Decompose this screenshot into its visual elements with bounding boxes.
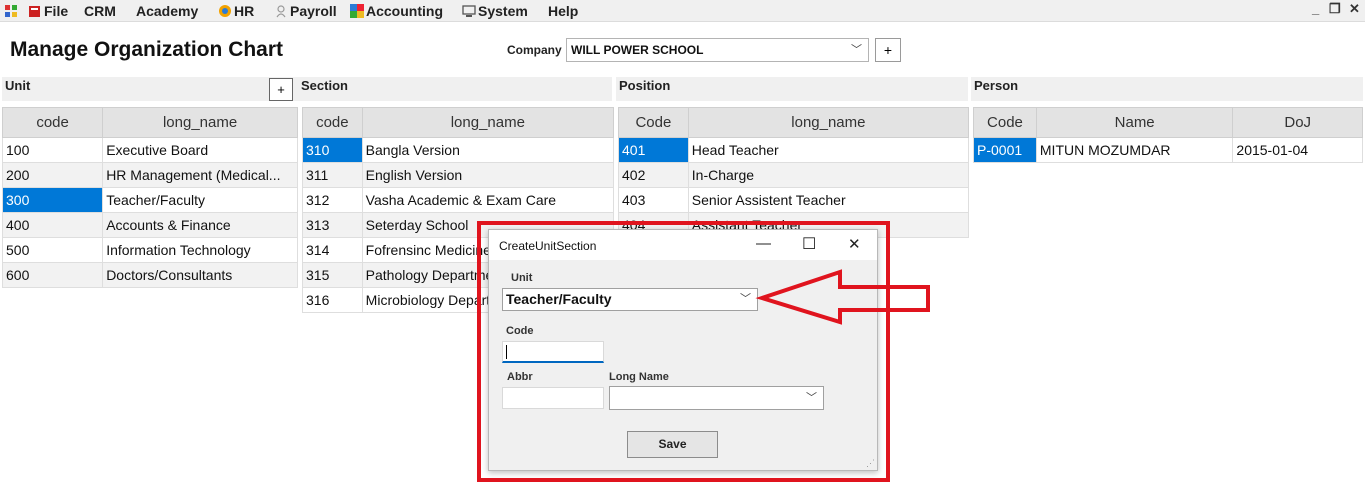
- cell-code[interactable]: 600: [1, 262, 104, 288]
- person-table: Code Name DoJ P-0001 MITUN MOZUMDAR 2015-0…: [973, 107, 1363, 163]
- table-row[interactable]: 200 HR Management (Medical...: [1, 162, 298, 188]
- table-row[interactable]: 500 Information Technology: [1, 237, 298, 263]
- payroll-icon: [276, 5, 286, 18]
- cell-long-name[interactable]: In-Charge: [687, 162, 970, 188]
- company-select[interactable]: WILL POWER SCHOOL ﹀: [566, 38, 869, 62]
- menu-file[interactable]: File: [28, 2, 68, 20]
- cell-code[interactable]: 402: [618, 162, 689, 188]
- menu-academy[interactable]: Academy: [136, 2, 198, 20]
- close-icon[interactable]: ✕: [1349, 1, 1360, 17]
- column-header-code[interactable]: Code: [618, 107, 689, 138]
- cell-doj[interactable]: 2015-01-04: [1232, 137, 1363, 163]
- cell-long-name[interactable]: Senior Assistent Teacher: [687, 187, 970, 213]
- cell-long-name[interactable]: Information Technology: [102, 237, 298, 263]
- menu-help[interactable]: Help: [548, 2, 578, 20]
- cell-long-name[interactable]: Vasha Academic & Exam Care: [361, 187, 615, 213]
- add-unit-button[interactable]: +: [269, 78, 293, 101]
- cell-long-name[interactable]: Doctors/Consultants: [102, 262, 298, 288]
- cell-code[interactable]: 316: [302, 287, 363, 313]
- cell-long-name[interactable]: Accounts & Finance: [102, 212, 298, 238]
- cell-long-name[interactable]: Bangla Version: [361, 137, 615, 163]
- column-header-long-name[interactable]: long_name: [102, 107, 298, 138]
- column-header-code[interactable]: code: [302, 107, 363, 138]
- annotation-highlight-box: [477, 221, 890, 482]
- column-header-code[interactable]: Code: [973, 107, 1037, 138]
- table-row[interactable]: P-0001 MITUN MOZUMDAR 2015-01-04: [973, 137, 1363, 163]
- cell-long-name[interactable]: Head Teacher: [687, 137, 970, 163]
- cell-long-name[interactable]: Teacher/Faculty: [102, 187, 298, 213]
- table-row[interactable]: 100 Executive Board: [1, 137, 298, 163]
- position-panel-title-text: Position: [619, 78, 671, 93]
- accounting-icon: [350, 4, 364, 18]
- cell-code[interactable]: 400: [1, 212, 104, 238]
- cell-code-selected[interactable]: P-0001: [973, 137, 1037, 163]
- menu-file-label: File: [44, 3, 69, 19]
- hr-icon: [219, 5, 231, 17]
- cell-code-selected[interactable]: 310: [302, 137, 363, 163]
- cell-code-selected[interactable]: 401: [618, 137, 689, 163]
- cell-code[interactable]: 315: [302, 262, 363, 288]
- table-row[interactable]: 401 Head Teacher: [618, 137, 970, 163]
- column-header-long-name[interactable]: long_name: [687, 107, 970, 138]
- menu-crm-label: CRM: [84, 3, 116, 19]
- column-header-code[interactable]: code: [1, 107, 104, 138]
- cell-long-name[interactable]: Executive Board: [102, 137, 298, 163]
- cell-code-selected[interactable]: 300: [1, 187, 104, 213]
- file-icon: [29, 6, 40, 17]
- system-icon: [462, 5, 476, 17]
- unit-panel-title: Unit: [2, 77, 298, 101]
- cell-name[interactable]: MITUN MOZUMDAR: [1035, 137, 1234, 163]
- chevron-down-icon: ﹀: [851, 44, 862, 56]
- table-row[interactable]: 311 English Version: [302, 162, 615, 188]
- table-row[interactable]: 312 Vasha Academic & Exam Care: [302, 187, 615, 213]
- cell-code[interactable]: 100: [1, 137, 104, 163]
- menu-hr[interactable]: HR: [218, 2, 254, 20]
- menu-help-label: Help: [548, 3, 579, 19]
- column-header-long-name[interactable]: long_name: [361, 107, 615, 138]
- menu-hr-label: HR: [234, 3, 255, 19]
- app-icon: [4, 2, 18, 20]
- table-row[interactable]: 300 Teacher/Faculty: [1, 187, 298, 213]
- cell-code[interactable]: 403: [618, 187, 689, 213]
- person-panel-title: Person: [971, 77, 1363, 101]
- menu-system-label: System: [478, 3, 528, 19]
- menu-payroll-label: Payroll: [290, 3, 337, 19]
- cell-code[interactable]: 200: [1, 162, 104, 188]
- cell-code[interactable]: 312: [302, 187, 363, 213]
- unit-panel-title-text: Unit: [5, 78, 31, 93]
- table-row[interactable]: 402 In-Charge: [618, 162, 970, 188]
- section-panel-title-text: Section: [301, 78, 348, 93]
- menu-bar: File CRM Academy HR Payroll Accounting S…: [0, 0, 1365, 22]
- menu-accounting[interactable]: Accounting: [350, 2, 443, 20]
- section-panel-title: Section: [298, 77, 612, 101]
- add-company-button[interactable]: +: [875, 38, 901, 62]
- minimize-icon[interactable]: _: [1312, 1, 1319, 16]
- table-row[interactable]: 400 Accounts & Finance: [1, 212, 298, 238]
- company-select-value: WILL POWER SCHOOL: [571, 43, 704, 57]
- company-label: Company: [507, 43, 562, 57]
- table-row[interactable]: 310 Bangla Version: [302, 137, 615, 163]
- cell-long-name[interactable]: HR Management (Medical...: [102, 162, 298, 188]
- cell-long-name[interactable]: English Version: [361, 162, 615, 188]
- cell-code[interactable]: 314: [302, 237, 363, 263]
- menu-academy-label: Academy: [136, 3, 199, 19]
- menu-accounting-label: Accounting: [366, 3, 443, 19]
- column-header-doj[interactable]: DoJ: [1232, 107, 1363, 138]
- cell-code[interactable]: 311: [302, 162, 363, 188]
- table-row[interactable]: 403 Senior Assistent Teacher: [618, 187, 970, 213]
- page-title: Manage Organization Chart: [10, 38, 284, 61]
- position-panel-title: Position: [616, 77, 968, 101]
- person-panel-title-text: Person: [974, 78, 1019, 93]
- cell-code[interactable]: 500: [1, 237, 104, 263]
- menu-payroll[interactable]: Payroll: [274, 2, 337, 20]
- unit-table: code long_name 100 Executive Board 200 HR …: [1, 107, 298, 288]
- position-table: Code long_name 401 Head Teacher 402 In-Cha…: [618, 107, 970, 238]
- table-row[interactable]: 600 Doctors/Consultants: [1, 262, 298, 288]
- column-header-name[interactable]: Name: [1035, 107, 1234, 138]
- menu-system[interactable]: System: [462, 2, 528, 20]
- restore-icon[interactable]: ❐: [1329, 1, 1341, 17]
- cell-code[interactable]: 313: [302, 212, 363, 238]
- menu-crm[interactable]: CRM: [84, 2, 116, 20]
